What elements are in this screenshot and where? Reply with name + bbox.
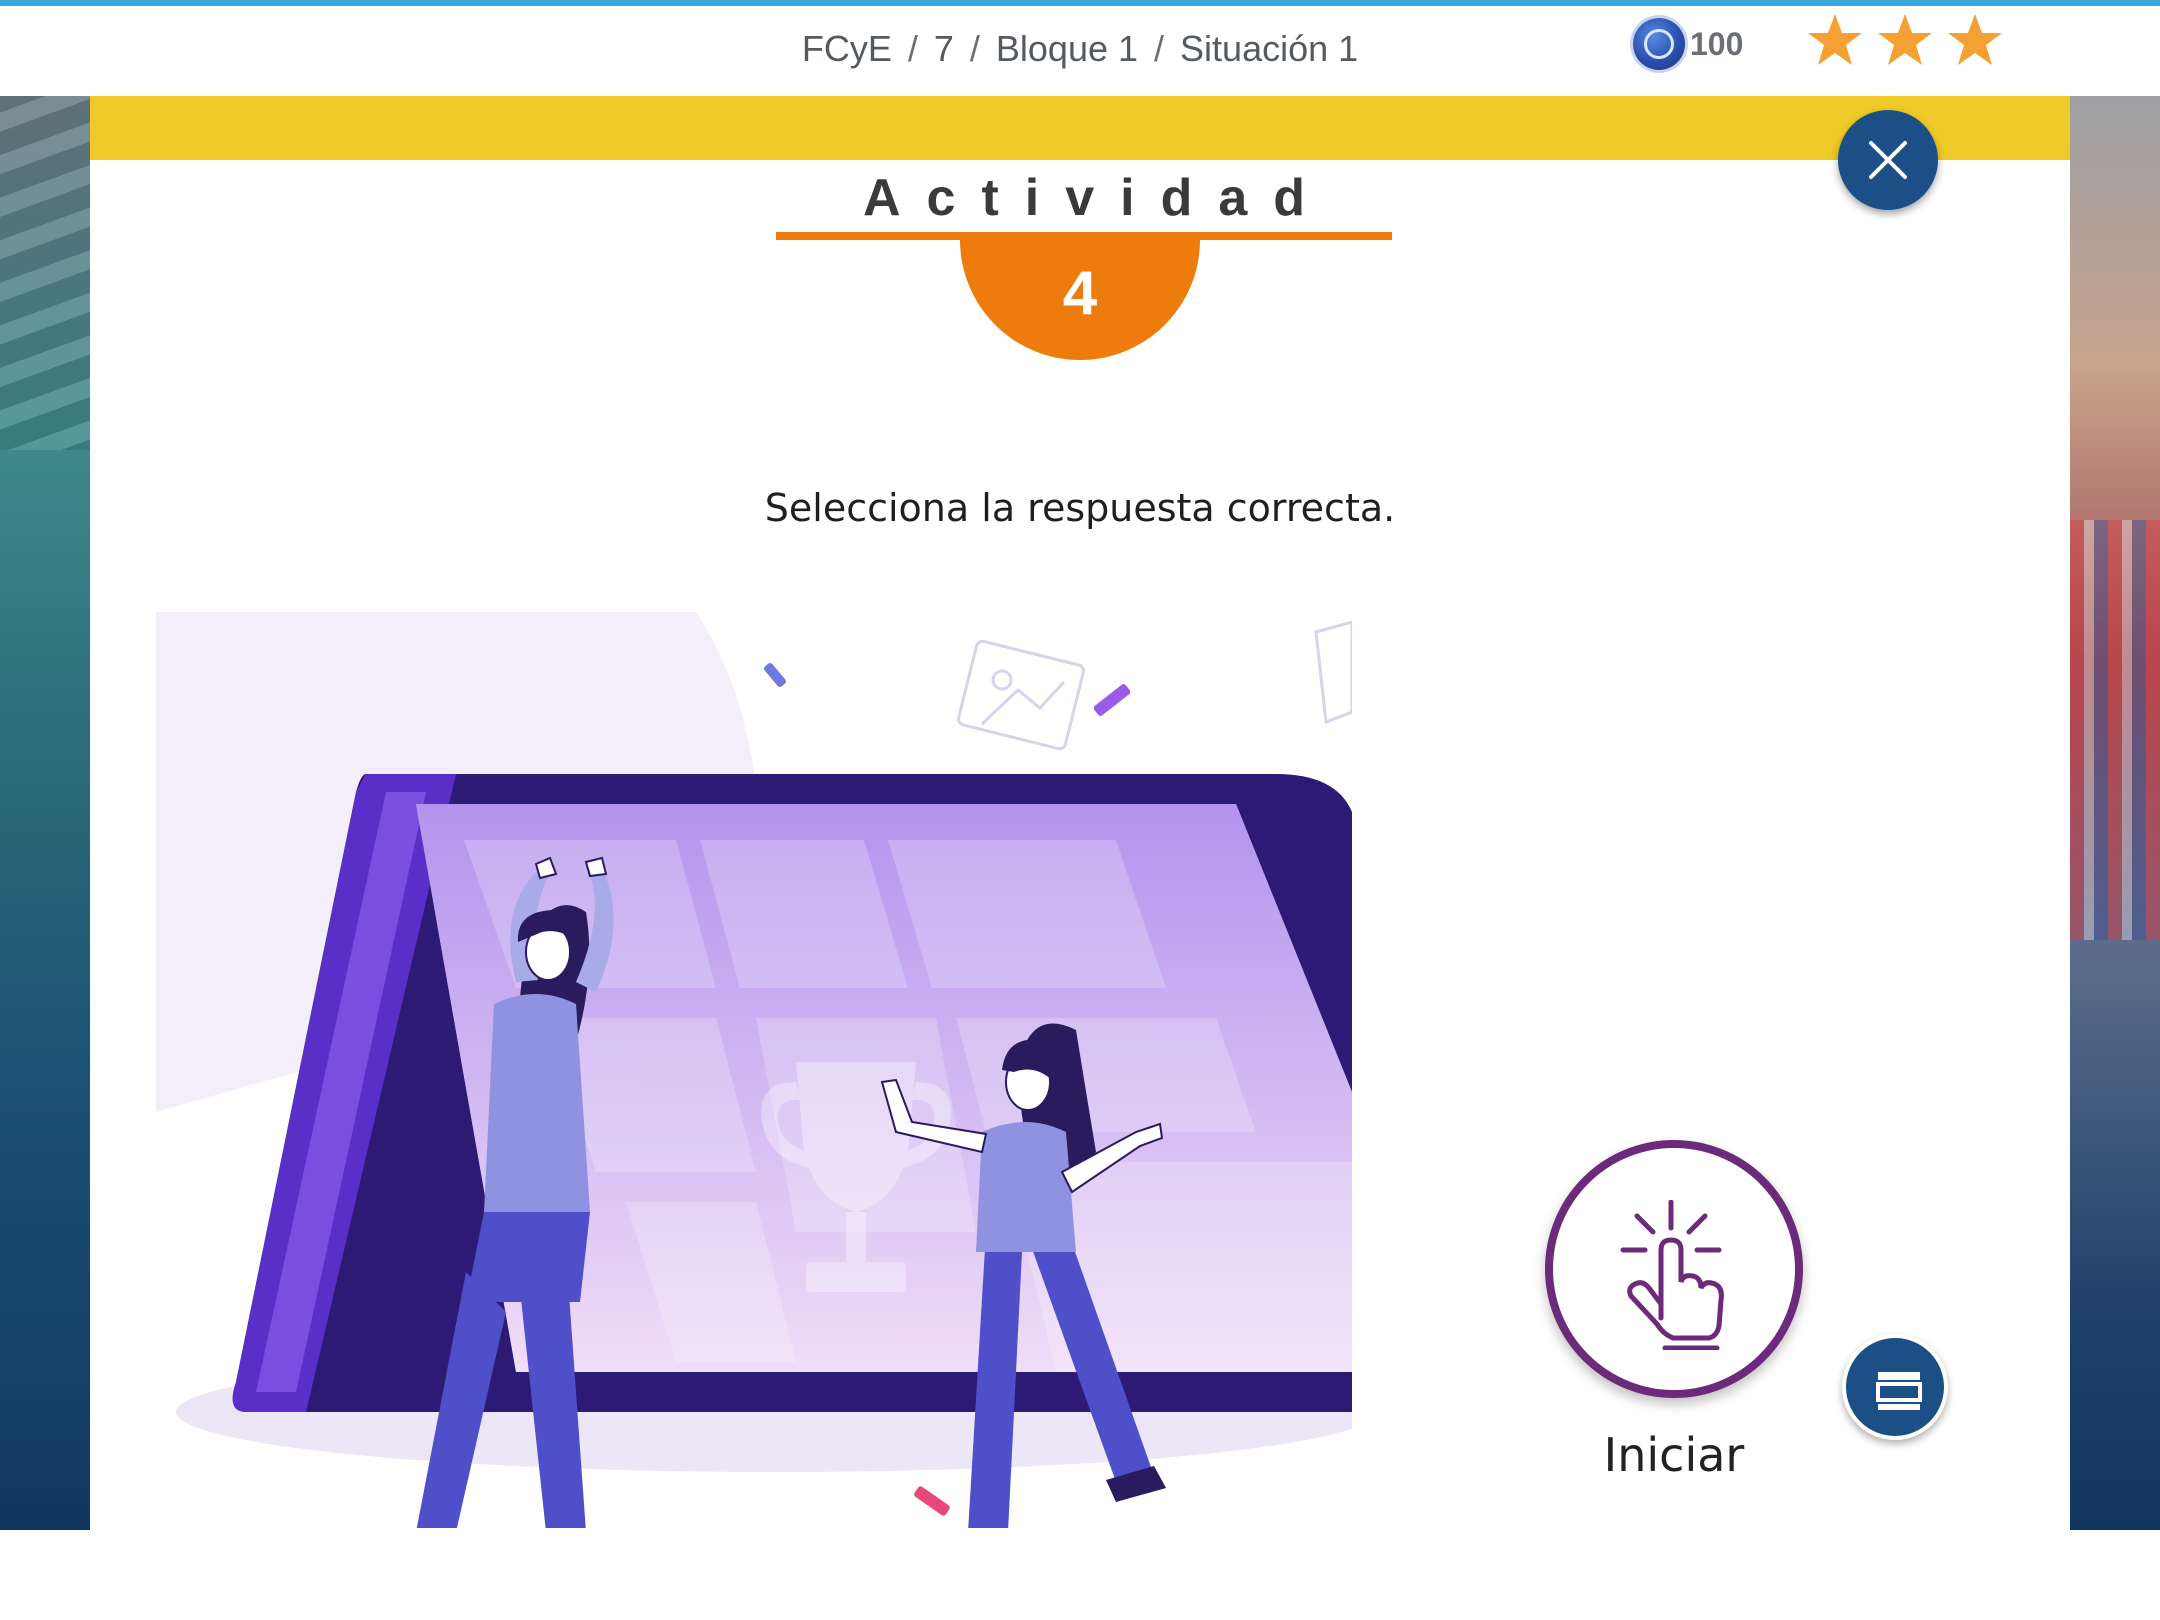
star-icon	[1808, 14, 1862, 65]
star-rating	[1806, 12, 2006, 72]
breadcrumb-situation: Situación 1	[1180, 28, 1359, 69]
breadcrumb-subject[interactable]: FCyE	[802, 28, 892, 69]
activity-title-underline	[776, 232, 1392, 240]
instruction-text: Selecciona la respuesta correcta.	[764, 486, 1396, 530]
layout-toggle-button[interactable]	[1842, 1334, 1948, 1440]
start-label[interactable]: Iniciar	[1545, 1428, 1803, 1482]
medal-coin-icon	[1633, 18, 1685, 70]
breadcrumb-separator: /	[907, 28, 918, 69]
breadcrumb-block[interactable]: Bloque 1	[996, 28, 1138, 69]
background-photo-right-detail	[2070, 520, 2160, 940]
start-button[interactable]	[1545, 1140, 1803, 1398]
close-button[interactable]	[1838, 110, 1938, 210]
points-counter: 100	[1690, 26, 1744, 62]
activity-number: 4	[1062, 259, 1098, 328]
breadcrumb-separator: /	[1154, 28, 1165, 69]
close-icon	[1869, 141, 1907, 179]
activity-screen: FCyE / 7 / Bloque 1 / Situación 1 100 Activida…	[0, 0, 2160, 1620]
breadcrumb-grade[interactable]: 7	[934, 28, 954, 69]
celebration-illustration	[156, 612, 1352, 1528]
tap-hand-icon	[1620, 1200, 1724, 1350]
star-icon	[1948, 14, 2002, 65]
background-photo-left-detail	[0, 70, 90, 450]
layout-panel-icon	[1876, 1372, 1922, 1410]
breadcrumb-separator: /	[969, 28, 980, 69]
bottom-margin	[0, 1530, 2160, 1620]
star-icon	[1878, 14, 1932, 65]
activity-title: Actividad	[862, 169, 1332, 227]
